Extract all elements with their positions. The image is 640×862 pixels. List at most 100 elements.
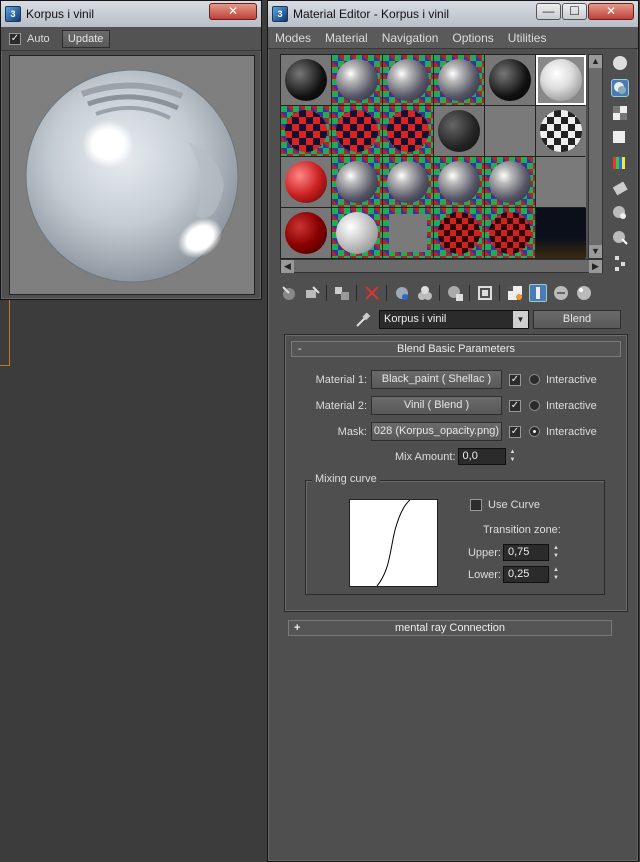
preview-titlebar[interactable]: 3 Korpus i vinil ✕ xyxy=(1,1,261,27)
transition-zone-label: Transition zone: xyxy=(483,524,561,536)
sample-slot[interactable] xyxy=(332,157,382,207)
video-color-check-icon[interactable] xyxy=(611,154,629,172)
lower-input[interactable]: 0,25 xyxy=(503,566,549,583)
sample-slot[interactable] xyxy=(332,106,382,156)
editor-toolbar xyxy=(280,282,598,304)
mix-amount-spinner[interactable]: ▲ ▼ xyxy=(508,448,518,465)
minimize-button[interactable]: — xyxy=(536,3,561,20)
reset-map-icon[interactable] xyxy=(363,284,381,302)
put-to-library-icon[interactable] xyxy=(416,284,434,302)
sample-slot[interactable] xyxy=(383,157,433,207)
menu-material[interactable]: Material xyxy=(318,31,375,45)
material-type-button[interactable]: Blend xyxy=(533,310,621,329)
background-icon[interactable] xyxy=(611,104,629,122)
viewport-edge-line xyxy=(0,300,10,366)
blend-rollout-header[interactable]: - Blend Basic Parameters xyxy=(291,341,621,357)
material-name-input[interactable]: Korpus i vinil ▼ xyxy=(379,310,529,329)
make-unique-icon[interactable] xyxy=(393,284,411,302)
show-end-result-icon[interactable] xyxy=(506,284,524,302)
get-material-icon[interactable] xyxy=(280,284,298,302)
sample-slot[interactable] xyxy=(485,106,535,156)
sample-slot[interactable] xyxy=(281,55,331,105)
menu-utilities[interactable]: Utilities xyxy=(501,31,554,45)
use-curve-checkbox[interactable] xyxy=(470,499,482,511)
sample-slot[interactable] xyxy=(281,106,331,156)
sample-slot[interactable] xyxy=(332,55,382,105)
sample-slot[interactable] xyxy=(383,55,433,105)
pick-material-from-object-icon[interactable] xyxy=(575,284,593,302)
mask-row: Mask: 028 (Korpus_opacity.png) ✓ Interac… xyxy=(305,422,597,441)
material1-interactive-radio[interactable] xyxy=(529,374,540,385)
material-id-channel-icon[interactable] xyxy=(446,284,464,302)
preview-sphere-render xyxy=(10,56,254,294)
sample-slot[interactable] xyxy=(434,55,484,105)
sample-slot[interactable] xyxy=(332,208,382,258)
sample-type-icon[interactable] xyxy=(611,54,629,72)
eyedropper-icon[interactable] xyxy=(355,311,371,328)
sample-slot[interactable] xyxy=(485,157,535,207)
chevron-down-icon[interactable]: ▼ xyxy=(513,311,528,328)
lower-spinner[interactable]: ▲ ▼ xyxy=(551,566,561,583)
select-by-material-icon[interactable] xyxy=(611,229,629,247)
sample-slot-sphere xyxy=(336,161,378,203)
sample-slot[interactable] xyxy=(434,157,484,207)
editor-titlebar[interactable]: 3 Material Editor - Korpus i vinil — ☐ ✕ xyxy=(268,1,638,27)
toolbar-separator xyxy=(326,285,327,301)
sample-slot[interactable] xyxy=(485,208,535,258)
sample-slot[interactable] xyxy=(383,208,433,258)
sample-slot[interactable] xyxy=(281,208,331,258)
sample-slot[interactable] xyxy=(485,55,535,105)
blend-parameters-panel: - Blend Basic Parameters Material 1: Bla… xyxy=(284,334,628,612)
make-preview-icon[interactable] xyxy=(611,179,629,197)
assign-material-icon[interactable] xyxy=(333,284,351,302)
options-icon[interactable] xyxy=(611,204,629,222)
material2-checkbox[interactable]: ✓ xyxy=(509,399,521,412)
menu-modes[interactable]: Modes xyxy=(268,31,318,45)
go-forward-to-sibling-icon[interactable] xyxy=(552,284,570,302)
maximize-button[interactable]: ☐ xyxy=(562,3,587,20)
sample-slot[interactable] xyxy=(383,106,433,156)
sample-slot[interactable] xyxy=(434,208,484,258)
show-map-in-viewport-icon[interactable] xyxy=(476,284,494,302)
editor-close-button[interactable]: ✕ xyxy=(588,3,634,20)
slots-horizontal-scrollbar[interactable]: ◀ ▶ xyxy=(280,259,603,273)
sample-slot[interactable] xyxy=(536,208,586,258)
sample-slot-sphere xyxy=(438,212,480,254)
mask-button[interactable]: 028 (Korpus_opacity.png) xyxy=(371,422,502,441)
mental-ray-rollout-header[interactable]: + mental ray Connection xyxy=(288,620,612,636)
scroll-down-icon[interactable]: ▼ xyxy=(589,245,602,258)
auto-checkbox[interactable]: ✓ xyxy=(9,32,21,45)
toolbar-separator xyxy=(469,285,470,301)
sample-slot[interactable] xyxy=(281,157,331,207)
scroll-right-icon[interactable]: ▶ xyxy=(589,260,602,273)
preview-canvas[interactable] xyxy=(9,55,255,295)
material1-label: Material 1: xyxy=(315,373,367,386)
mix-amount-label: Mix Amount: xyxy=(395,450,456,463)
mask-interactive-radio[interactable] xyxy=(529,426,540,437)
sample-uv-tiling-icon[interactable] xyxy=(611,129,629,147)
menu-options[interactable]: Options xyxy=(445,31,500,45)
preview-close-button[interactable]: ✕ xyxy=(209,3,257,20)
put-material-to-scene-icon[interactable] xyxy=(303,284,321,302)
material-map-navigator-icon[interactable] xyxy=(611,254,629,272)
mask-checkbox[interactable]: ✓ xyxy=(509,425,521,438)
sample-slot[interactable] xyxy=(536,157,586,207)
update-button[interactable]: Update xyxy=(61,29,110,48)
material1-checkbox[interactable]: ✓ xyxy=(509,373,521,386)
upper-spinner[interactable]: ▲ ▼ xyxy=(551,544,561,561)
go-to-parent-icon[interactable] xyxy=(529,284,547,302)
sample-slot[interactable] xyxy=(434,106,484,156)
slots-vertical-scrollbar[interactable]: ▲ ▼ xyxy=(588,54,603,259)
mix-amount-input[interactable]: 0,0 xyxy=(457,448,506,465)
scroll-up-icon[interactable]: ▲ xyxy=(589,55,602,68)
material1-button[interactable]: Black_paint ( Shellac ) xyxy=(371,370,502,389)
sample-slot[interactable] xyxy=(536,106,586,156)
backlight-icon[interactable] xyxy=(611,79,629,97)
material2-button[interactable]: Vinil ( Blend ) xyxy=(371,396,502,415)
menu-navigation[interactable]: Navigation xyxy=(375,31,446,45)
material-preview-window: 3 Korpus i vinil ✕ ✓ Auto Update xyxy=(0,0,262,300)
sample-slot[interactable] xyxy=(536,55,586,105)
scroll-left-icon[interactable]: ◀ xyxy=(281,260,294,273)
material2-interactive-radio[interactable] xyxy=(529,400,540,411)
upper-input[interactable]: 0,75 xyxy=(503,544,549,561)
